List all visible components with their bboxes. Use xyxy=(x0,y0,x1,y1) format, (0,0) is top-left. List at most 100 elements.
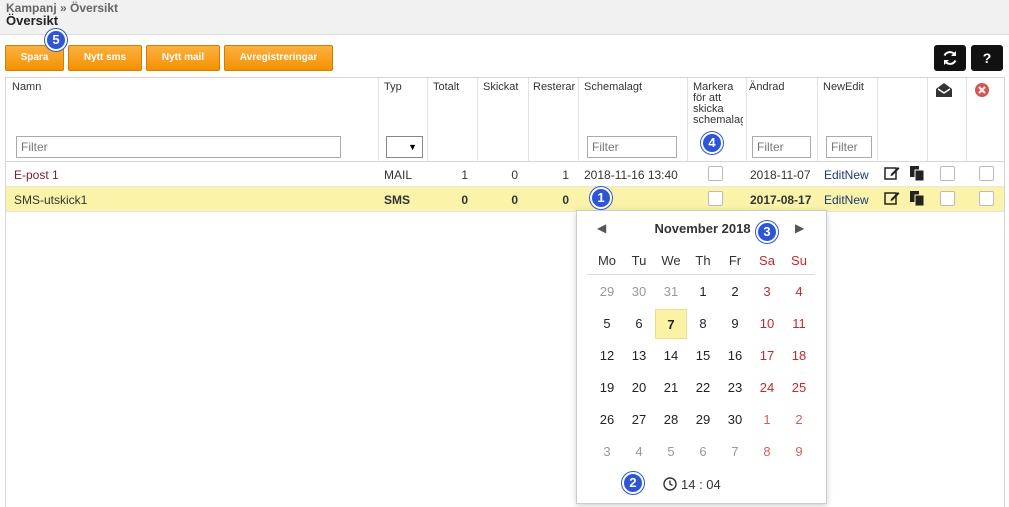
row-mail-checkbox[interactable] xyxy=(940,166,955,181)
step-badge-2: 2 xyxy=(622,472,644,494)
column-header-total[interactable]: Totalt xyxy=(433,82,459,93)
calendar-day[interactable]: 9 xyxy=(719,309,751,339)
calendar-day[interactable]: 13 xyxy=(623,341,655,371)
row-mark-checkbox[interactable] xyxy=(708,166,723,181)
column-header-scheduled[interactable]: Schemalagt xyxy=(584,82,642,93)
row-mail-checkbox[interactable] xyxy=(940,191,955,206)
calendar-day[interactable]: 26 xyxy=(591,405,623,435)
calendar-day[interactable]: 27 xyxy=(623,405,655,435)
next-arrow-icon[interactable]: ▶ xyxy=(795,221,804,235)
calendar-day[interactable]: 22 xyxy=(687,373,719,403)
refresh-button[interactable] xyxy=(934,45,966,71)
calendar-day[interactable]: 30 xyxy=(623,277,655,307)
top-bar: Kampanj » Översikt Översikt xyxy=(0,0,1009,35)
calendar-day[interactable]: 2 xyxy=(783,405,815,435)
calendar-day[interactable]: 14 xyxy=(655,341,687,371)
new-sms-button[interactable]: Nytt sms xyxy=(68,45,142,71)
column-header-name[interactable]: Namn xyxy=(12,82,41,93)
help-button[interactable]: ? xyxy=(971,45,1003,71)
calendar-day[interactable]: 5 xyxy=(655,437,687,467)
calendar-day[interactable]: 18 xyxy=(783,341,815,371)
calendar-day[interactable]: 23 xyxy=(719,373,751,403)
scheduled-filter-input[interactable] xyxy=(587,136,677,158)
calendar-day[interactable]: 4 xyxy=(623,437,655,467)
column-header-sent[interactable]: Skickat xyxy=(483,82,518,93)
column-header-type[interactable]: Typ xyxy=(384,82,402,93)
type-filter-select[interactable]: ▼ xyxy=(386,136,423,158)
row-type: SMS xyxy=(384,193,411,207)
row-delete-checkbox[interactable] xyxy=(979,191,994,206)
row-mark-checkbox[interactable] xyxy=(708,191,723,206)
row-sent: 0 xyxy=(511,193,518,207)
calendar-day[interactable]: 9 xyxy=(783,437,815,467)
row-remaining: 0 xyxy=(562,193,569,207)
column-header-mark[interactable]: Markera för att skicka schemalagt xyxy=(693,82,743,126)
weekday-label: Th xyxy=(695,253,711,268)
calendar-day[interactable]: 17 xyxy=(751,341,783,371)
row-name[interactable]: E-post 1 xyxy=(14,168,59,182)
step-badge-3: 3 xyxy=(756,221,778,243)
help-icon: ? xyxy=(982,50,992,66)
table-row-selected[interactable]: SMS-utskick1 SMS 0 0 0 2017-08-17 EditNe… xyxy=(6,187,1004,212)
row-delete-checkbox[interactable] xyxy=(979,166,994,181)
calendar-day[interactable]: 2 xyxy=(719,277,751,307)
row-newedit-link[interactable]: EditNew xyxy=(824,168,869,182)
new-mail-button[interactable]: Nytt mail xyxy=(146,45,220,71)
row-changed: 2018-11-07 xyxy=(750,168,811,182)
calendar-day[interactable]: 28 xyxy=(655,405,687,435)
row-scheduled[interactable]: 2018-11-16 13:40 xyxy=(584,168,678,182)
edit-icon[interactable] xyxy=(884,190,900,209)
row-name[interactable]: SMS-utskick1 xyxy=(14,193,87,207)
edit-icon[interactable] xyxy=(884,165,900,184)
calendar-day[interactable]: 25 xyxy=(783,373,815,403)
calendar-day[interactable]: 29 xyxy=(687,405,719,435)
unsubscriptions-button[interactable]: Avregistreringar xyxy=(224,45,333,71)
calendar-day[interactable]: 11 xyxy=(783,309,815,339)
calendar-day[interactable]: 4 xyxy=(783,277,815,307)
row-remaining: 1 xyxy=(562,168,569,182)
name-filter-input[interactable] xyxy=(16,136,341,158)
weekday-label: Mo xyxy=(597,253,617,268)
copy-icon[interactable] xyxy=(909,190,925,209)
grid-header: Namn Typ Totalt Skickat Resterar Schemal… xyxy=(6,78,1004,162)
date-picker: ◀ November 2018 ▶ Mo Tu We Th Fr Sa Su 29 30 31 1… xyxy=(576,210,827,504)
column-header-remaining[interactable]: Resterar xyxy=(533,82,577,93)
calendar-day[interactable]: 12 xyxy=(591,341,623,371)
row-newedit-link[interactable]: EditNew xyxy=(824,193,869,207)
calendar-day-today[interactable]: 7 xyxy=(655,309,687,339)
time-selector[interactable]: 14 : 04 xyxy=(663,477,721,492)
mail-open-icon[interactable] xyxy=(935,82,953,101)
calendar-day[interactable]: 10 xyxy=(751,309,783,339)
calendar-day[interactable]: 19 xyxy=(591,373,623,403)
calendar-day[interactable]: 6 xyxy=(623,309,655,339)
calendar-day[interactable]: 8 xyxy=(687,309,719,339)
calendar-day[interactable]: 31 xyxy=(655,277,687,307)
calendar-day[interactable]: 3 xyxy=(751,277,783,307)
row-type: MAIL xyxy=(384,168,413,182)
column-header-changed[interactable]: Ändrad xyxy=(749,82,784,93)
calendar-day[interactable]: 5 xyxy=(591,309,623,339)
calendar-day[interactable]: 1 xyxy=(751,405,783,435)
newedit-filter-input[interactable] xyxy=(826,136,872,158)
clock-icon xyxy=(663,477,677,491)
prev-arrow-icon[interactable]: ◀ xyxy=(597,221,606,235)
changed-filter-input[interactable] xyxy=(752,136,811,158)
page-title: Översikt xyxy=(6,13,59,28)
column-header-newedit[interactable]: NewEdit xyxy=(823,82,864,93)
calendar-day[interactable]: 21 xyxy=(655,373,687,403)
calendar-day[interactable]: 3 xyxy=(591,437,623,467)
calendar-day[interactable]: 6 xyxy=(687,437,719,467)
copy-icon[interactable] xyxy=(909,165,925,184)
calendar-day[interactable]: 20 xyxy=(623,373,655,403)
calendar-day[interactable]: 29 xyxy=(591,277,623,307)
calendar-day[interactable]: 24 xyxy=(751,373,783,403)
row-changed: 2017-08-17 xyxy=(750,193,812,207)
calendar-day[interactable]: 1 xyxy=(687,277,719,307)
table-row[interactable]: E-post 1 MAIL 1 0 1 2018-11-16 13:40 201… xyxy=(6,162,1004,187)
calendar-day[interactable]: 16 xyxy=(719,341,751,371)
calendar-day[interactable]: 30 xyxy=(719,405,751,435)
calendar-day[interactable]: 7 xyxy=(719,437,751,467)
calendar-day[interactable]: 8 xyxy=(751,437,783,467)
calendar-day[interactable]: 15 xyxy=(687,341,719,371)
delete-icon[interactable] xyxy=(974,82,990,101)
